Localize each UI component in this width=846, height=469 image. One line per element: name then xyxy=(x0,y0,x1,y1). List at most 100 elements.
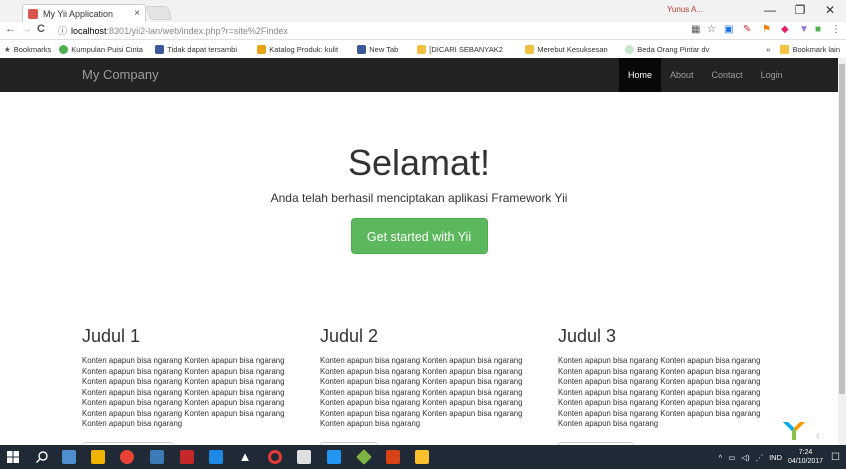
system-tray: ^ ▭ ◁) ⋰ IND 7:24 04/10/2017 ☐ xyxy=(719,445,846,469)
app-icon[interactable] xyxy=(356,449,372,465)
forward-button[interactable]: → xyxy=(21,23,32,35)
star-icon[interactable]: ☆ xyxy=(707,24,716,35)
tab-title: My Yii Application xyxy=(43,8,114,19)
bookmark-item[interactable]: [DICARI SEBANYAK2 xyxy=(417,45,517,54)
yii-favicon-icon xyxy=(28,8,38,19)
tab-close-icon[interactable]: × xyxy=(134,8,140,19)
bookmark-label: Merebut Kesuksesan xyxy=(537,45,608,54)
scrollbar-thumb[interactable] xyxy=(839,64,845,394)
address-bar: ← → C ⓘ localhost :8301/yii2-lan/web/ind… xyxy=(0,22,846,40)
app-icon[interactable] xyxy=(327,450,341,464)
profile-name[interactable]: Yunus A... xyxy=(667,5,703,14)
column-body: Konten apapun bisa ngarang Konten apapun… xyxy=(82,356,285,428)
url-field[interactable]: ⓘ localhost :8301/yii2-lan/web/index.php… xyxy=(58,23,478,38)
bookmark-item[interactable]: New Tab xyxy=(357,45,409,54)
nav-item-contact[interactable]: Contact xyxy=(703,58,752,92)
jumbotron-lead: Anda telah berhasil menciptakan aplikasi… xyxy=(270,191,568,205)
app-icon[interactable] xyxy=(209,450,223,464)
reload-button[interactable]: C xyxy=(37,23,45,35)
bookmark-favicon-icon xyxy=(59,45,69,54)
jumbotron: Selamat! Anda telah berhasil menciptakan… xyxy=(0,142,838,254)
bookmark-label: Beda Orang Pintar dv xyxy=(637,45,710,54)
back-button[interactable]: ← xyxy=(5,23,16,35)
tray-expand-icon[interactable]: ^ xyxy=(719,453,723,462)
home-icon[interactable]: ▲ xyxy=(238,450,252,464)
notification-icon[interactable]: ☐ xyxy=(831,452,840,463)
column-title: Judul 1 xyxy=(82,326,141,346)
translate-icon[interactable]: ▦ xyxy=(691,24,700,35)
facebook-icon xyxy=(155,45,165,54)
filezilla-icon[interactable] xyxy=(180,450,194,464)
maximize-button[interactable]: ❐ xyxy=(787,3,813,17)
chrome-icon[interactable] xyxy=(120,450,134,464)
other-bookmarks[interactable]: Bookmark lain xyxy=(792,45,840,54)
bookmark-item[interactable]: Beda Orang Pintar dv xyxy=(625,45,741,54)
new-tab-button[interactable] xyxy=(145,6,173,20)
column-body: Konten apapun bisa ngarang Konten apapun… xyxy=(558,356,761,428)
folder-icon[interactable] xyxy=(415,450,429,464)
site-navbar: My Company Home About Contact Login xyxy=(0,58,838,92)
bookmarks-star[interactable]: ★ Bookmarks xyxy=(4,45,51,54)
content-column-2: Judul 2 Konten apapun bisa ngarang Konte… xyxy=(320,326,538,445)
menu-icon[interactable]: ⋮ xyxy=(831,24,841,35)
bookmark-label: Kumpulan Puisi Cinta xyxy=(71,45,143,54)
clock[interactable]: 7:24 04/10/2017 xyxy=(788,448,823,466)
yii-debug-toolbar-icon[interactable] xyxy=(779,418,809,442)
page-scrollbar[interactable] xyxy=(838,58,846,445)
bookmark-label: New Tab xyxy=(369,45,399,54)
star-icon: ★ xyxy=(4,45,11,54)
file-explorer-icon[interactable] xyxy=(62,450,76,464)
info-icon[interactable]: ⓘ xyxy=(58,24,67,37)
content-column-3: Judul 3 Konten apapun bisa ngarang Konte… xyxy=(558,326,776,445)
app-icon[interactable] xyxy=(150,450,164,464)
extension-green-icon[interactable]: ■ xyxy=(815,24,821,35)
url-path: :8301/yii2-lan/web/index.php?r=site%2Fin… xyxy=(106,25,288,36)
column-title: Judul 2 xyxy=(320,326,379,346)
facebook-icon xyxy=(357,45,367,54)
jumbotron-title: Selamat! xyxy=(347,142,491,183)
nav-item-login[interactable]: Login xyxy=(752,58,792,92)
minimize-button[interactable]: — xyxy=(757,3,783,17)
battery-icon[interactable]: ▭ xyxy=(728,453,735,462)
windows-start-icon[interactable] xyxy=(7,451,19,463)
nav-menu: Home About Contact Login xyxy=(619,58,792,92)
bookmark-label: [DICARI SEBANYAK2 xyxy=(429,45,503,54)
bookmarks-bar: ★ Bookmarks Kumpulan Puisi Cinta Tidak d… xyxy=(0,41,846,58)
clock-time: 7:24 xyxy=(798,449,813,456)
windows-taskbar: ▲ ^ ▭ ◁) ⋰ IND 7:24 04/10/2017 ☐ xyxy=(0,445,846,469)
extension-square-icon[interactable]: ▣ xyxy=(724,24,733,35)
column-title: Judul 3 xyxy=(558,326,617,346)
bookmark-label: Katalog Produk: kulit xyxy=(269,45,339,54)
app-icon[interactable] xyxy=(91,450,105,464)
web-page: My Company Home About Contact Login Sela… xyxy=(0,58,838,445)
volume-icon[interactable]: ◁) xyxy=(741,453,749,462)
bookmark-item[interactable]: Merebut Kesuksesan xyxy=(525,45,617,54)
nav-item-about[interactable]: About xyxy=(661,58,703,92)
get-started-button[interactable]: Get started with Yii xyxy=(350,218,488,254)
browser-tab[interactable]: My Yii Application × xyxy=(22,4,146,22)
bookmark-item[interactable]: Tidak dapat tersambi xyxy=(155,45,249,54)
language-indicator[interactable]: IND xyxy=(769,453,782,462)
bookmark-favicon-icon xyxy=(417,45,427,54)
folder-icon xyxy=(780,45,790,54)
powerpoint-icon[interactable] xyxy=(386,450,400,464)
calculator-icon[interactable] xyxy=(297,450,311,464)
extension-flag-icon[interactable]: ⚑ xyxy=(762,24,771,35)
brand-link[interactable]: My Company xyxy=(82,67,159,82)
debug-toolbar-toggle-icon[interactable]: ‹ xyxy=(816,430,820,442)
extension-vee-icon[interactable]: ▼ xyxy=(799,24,809,35)
bookmark-label: Tidak dapat tersambi xyxy=(167,45,238,54)
bookmark-item[interactable]: Katalog Produk: kulit xyxy=(257,45,349,54)
extension-pen-icon[interactable]: ✎ xyxy=(743,24,751,35)
bookmarks-overflow-button[interactable]: » xyxy=(766,45,770,54)
nav-item-home[interactable]: Home xyxy=(619,58,662,92)
close-window-button[interactable]: ✕ xyxy=(817,3,843,17)
content-column-1: Judul 1 Konten apapun bisa ngarang Konte… xyxy=(82,326,300,445)
bookmarks-label: Bookmarks xyxy=(13,45,52,54)
search-icon[interactable] xyxy=(35,450,49,464)
bookmark-item[interactable]: Kumpulan Puisi Cinta xyxy=(59,45,147,54)
column-body: Konten apapun bisa ngarang Konten apapun… xyxy=(320,356,523,428)
network-icon[interactable]: ⋰ xyxy=(756,453,764,462)
opera-icon[interactable] xyxy=(268,450,282,464)
extension-bookmark-icon[interactable]: ◆ xyxy=(781,24,789,35)
